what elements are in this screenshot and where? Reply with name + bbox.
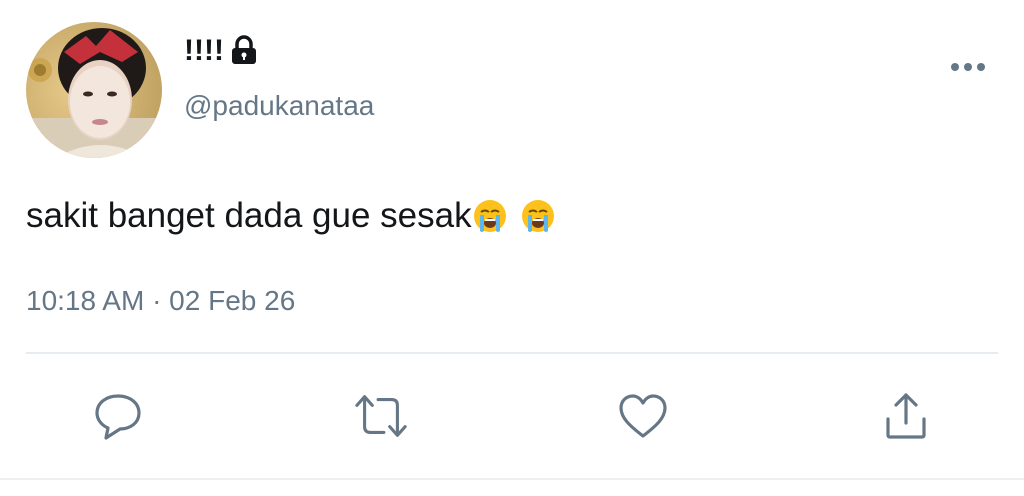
heart-icon bbox=[619, 394, 667, 438]
loudly-crying-face-icon bbox=[520, 198, 556, 234]
avatar[interactable] bbox=[26, 22, 162, 158]
retweet-button[interactable] bbox=[353, 388, 409, 444]
share-button[interactable] bbox=[878, 388, 934, 444]
reply-button[interactable] bbox=[90, 388, 146, 444]
tweet-timestamp[interactable]: 10:18 AM · 02 Feb 26 bbox=[26, 283, 295, 319]
reply-icon bbox=[95, 394, 141, 440]
share-icon bbox=[886, 393, 926, 439]
ellipsis-icon bbox=[951, 63, 985, 71]
action-bar bbox=[0, 388, 1024, 444]
display-name[interactable]: !!!! bbox=[184, 34, 258, 68]
tweet-card: !!!! @padukanataa sakit banget dada gue … bbox=[0, 0, 1024, 496]
loudly-crying-face-icon bbox=[472, 198, 508, 234]
divider bbox=[26, 352, 998, 354]
retweet-icon bbox=[355, 395, 407, 437]
tweet-text-content: sakit banget dada gue sesak bbox=[26, 196, 472, 235]
lock-icon bbox=[230, 34, 258, 70]
more-options-button[interactable] bbox=[946, 56, 990, 78]
tweet-text: sakit banget dada gue sesak bbox=[26, 194, 556, 238]
username-handle[interactable]: @padukanataa bbox=[184, 88, 374, 124]
bottom-divider bbox=[0, 478, 1024, 480]
display-name-text: !!!! bbox=[184, 34, 224, 67]
like-button[interactable] bbox=[615, 388, 671, 444]
